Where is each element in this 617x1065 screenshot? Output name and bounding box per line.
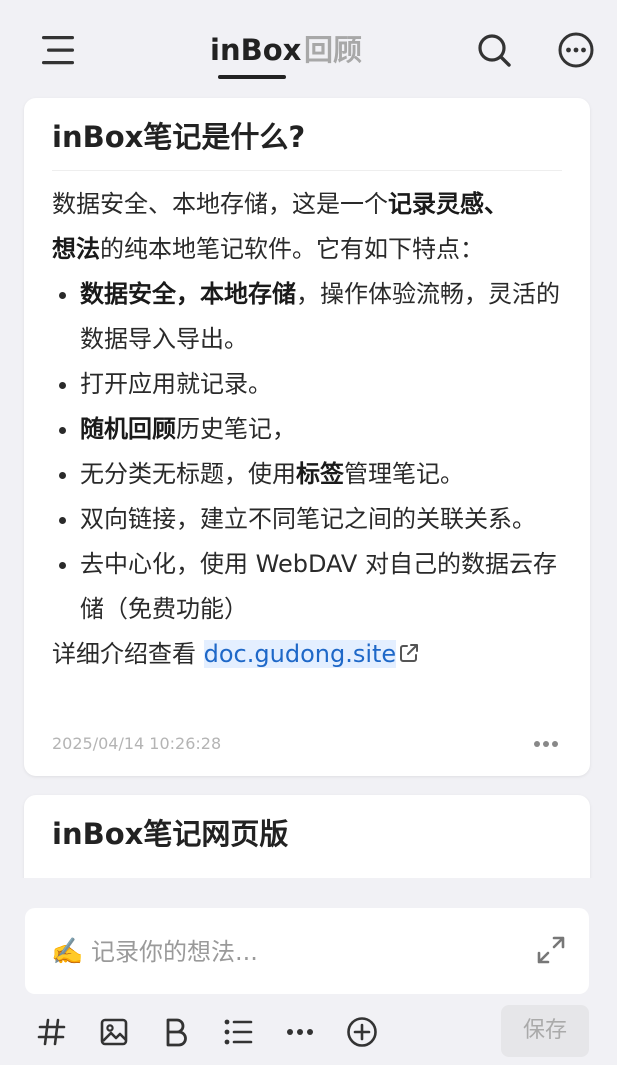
note-intro: 数据安全、本地存储，这是一个记录灵感、想法的纯本地笔记软件。它有如下特点： — [52, 182, 564, 272]
save-button[interactable]: 保存 — [501, 1005, 589, 1057]
doc-link[interactable]: doc.gudong.site — [203, 640, 397, 668]
divider — [52, 170, 562, 171]
expand-icon — [537, 936, 565, 964]
note-more-button[interactable] — [526, 732, 566, 756]
list-item: 去中心化，使用 WebDAV 对自己的数据云存储（免费功能） — [80, 542, 564, 632]
image-button[interactable] — [94, 1012, 134, 1052]
bold-text: 随机回顾 — [80, 415, 176, 443]
item-text: 打开应用就记录。 — [80, 370, 272, 398]
search-button[interactable] — [470, 28, 518, 72]
more-horizontal-icon — [534, 741, 558, 747]
list-button[interactable] — [218, 1012, 258, 1052]
tab-inbox[interactable]: inBox — [210, 30, 301, 70]
detail-line: 详细介绍查看 doc.gudong.site — [52, 632, 564, 677]
item-text: 无分类无标题，使用 — [80, 460, 296, 488]
active-tab-indicator — [218, 75, 286, 79]
note-title: inBox笔记网页版 — [52, 817, 289, 851]
intro-text: 的纯本地笔记软件。它有如下特点： — [100, 235, 484, 263]
menu-icon — [42, 36, 74, 65]
expand-button[interactable] — [535, 934, 567, 966]
list-icon — [224, 1019, 253, 1045]
more-tools-button[interactable] — [280, 1012, 320, 1052]
top-bar: inBox 回顾 — [0, 0, 617, 92]
note-body: 数据安全、本地存储，这是一个记录灵感、想法的纯本地笔记软件。它有如下特点： 数据… — [52, 182, 564, 677]
note-timestamp: 2025/04/14 10:26:28 — [52, 734, 222, 753]
bold-icon — [166, 1018, 187, 1047]
list-item: 随机回顾历史笔记， — [80, 407, 564, 452]
external-link-icon — [400, 644, 419, 662]
list-item: 数据安全，本地存储，操作体验流畅，灵活的数据导入导出。 — [80, 272, 564, 362]
search-icon — [478, 34, 511, 67]
list-item: 无分类无标题，使用标签管理笔记。 — [80, 452, 564, 497]
list-item: 打开应用就记录。 — [80, 362, 564, 407]
more-icon — [287, 1029, 313, 1035]
image-icon — [100, 1018, 128, 1046]
intro-bold-text: 想法 — [52, 235, 100, 263]
add-icon — [347, 1017, 377, 1047]
input-placeholder: 记录你的想法... — [91, 938, 258, 966]
item-text: 历史笔记， — [176, 415, 296, 443]
item-text: 去中心化，使用 WebDAV 对自己的数据云存储（免费功能） — [80, 550, 557, 623]
intro-text: 数据安全、本地存储，这是一个 — [52, 190, 388, 218]
bold-button[interactable] — [156, 1012, 196, 1052]
item-text: 管理笔记。 — [344, 460, 464, 488]
menu-button[interactable] — [34, 28, 82, 72]
note-title: inBox笔记是什么? — [52, 120, 306, 154]
bold-text: 数据安全，本地存储 — [80, 280, 296, 308]
note-input[interactable]: ✍️ 记录你的想法... — [25, 908, 589, 994]
more-icon — [558, 32, 594, 68]
item-text: 双向链接，建立不同笔记之间的关联关系。 — [80, 505, 536, 533]
bold-text: 标签 — [296, 460, 344, 488]
intro-bold-text: 记录灵感、 — [388, 190, 508, 218]
more-button[interactable] — [552, 28, 600, 72]
writing-hand-icon: ✍️ — [51, 937, 84, 967]
feature-list: 数据安全，本地存储，操作体验流畅，灵活的数据导入导出。 打开应用就记录。 随机回… — [52, 272, 564, 632]
list-item: 双向链接，建立不同笔记之间的关联关系。 — [80, 497, 564, 542]
tag-button[interactable] — [32, 1012, 72, 1052]
tab-review[interactable]: 回顾 — [304, 30, 362, 70]
note-card[interactable]: inBox笔记是什么? 数据安全、本地存储，这是一个记录灵感、想法的纯本地笔记软… — [24, 98, 590, 776]
hashtag-icon — [37, 1018, 66, 1046]
detail-text: 详细介绍查看 — [52, 640, 204, 668]
add-button[interactable] — [342, 1012, 382, 1052]
